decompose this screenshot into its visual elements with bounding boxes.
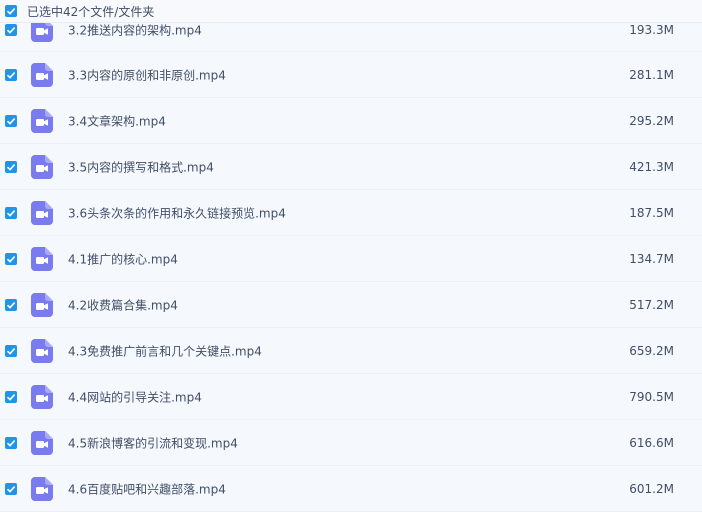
file-size: 601.2M xyxy=(629,481,674,496)
file-size: 517.2M xyxy=(629,297,674,312)
file-list: 3.2推送内容的架构.mp4 193.3M 3.3内容的原创和非原创.mp4 281.… xyxy=(0,8,702,512)
file-size: 134.7M xyxy=(629,251,674,266)
file-row[interactable]: 3.4文章架构.mp4 295.2M xyxy=(0,98,702,144)
file-row[interactable]: 4.2收费篇合集.mp4 517.2M xyxy=(0,282,702,328)
video-file-icon xyxy=(31,476,53,501)
file-row[interactable]: 3.6头条次条的作用和永久链接预览.mp4 187.5M xyxy=(0,190,702,236)
file-size: 790.5M xyxy=(629,389,674,404)
file-row[interactable]: 4.3免费推广前言和几个关键点.mp4 659.2M xyxy=(0,328,702,374)
select-all-checkbox[interactable] xyxy=(5,5,17,17)
file-name[interactable]: 3.6头条次条的作用和永久链接预览.mp4 xyxy=(68,204,286,221)
selection-count-text: 已选中42个文件/文件夹 xyxy=(27,4,155,19)
file-size: 421.3M xyxy=(629,159,674,174)
file-checkbox[interactable] xyxy=(5,298,17,311)
file-row[interactable]: 4.5新浪博客的引流和变现.mp4 616.6M xyxy=(0,420,702,466)
selection-header: 已选中42个文件/文件夹 xyxy=(0,0,702,23)
file-row[interactable]: 3.3内容的原创和非原创.mp4 281.1M xyxy=(0,52,702,98)
file-checkbox[interactable] xyxy=(5,390,17,403)
file-checkbox[interactable] xyxy=(5,68,17,81)
file-checkbox[interactable] xyxy=(5,344,17,357)
file-name[interactable]: 4.5新浪博客的引流和变现.mp4 xyxy=(68,434,238,451)
file-row[interactable]: 4.1推广的核心.mp4 134.7M xyxy=(0,236,702,282)
video-file-icon xyxy=(31,292,53,317)
file-checkbox[interactable] xyxy=(5,23,17,36)
file-row[interactable]: 4.6百度贴吧和兴趣部落.mp4 601.2M xyxy=(0,466,702,512)
file-name[interactable]: 4.3免费推广前言和几个关键点.mp4 xyxy=(68,342,262,359)
file-size: 616.6M xyxy=(629,435,674,450)
file-size: 187.5M xyxy=(629,205,674,220)
video-file-icon xyxy=(31,200,53,225)
checkmark-icon xyxy=(6,8,16,15)
file-name[interactable]: 3.5内容的撰写和格式.mp4 xyxy=(68,158,214,175)
file-size: 295.2M xyxy=(629,113,674,128)
video-file-icon xyxy=(31,430,53,455)
video-file-icon xyxy=(31,246,53,271)
file-size: 193.3M xyxy=(629,22,674,37)
file-name[interactable]: 4.4网站的引导关注.mp4 xyxy=(68,388,202,405)
file-checkbox[interactable] xyxy=(5,206,17,219)
file-name[interactable]: 4.6百度贴吧和兴趣部落.mp4 xyxy=(68,480,226,497)
file-size: 281.1M xyxy=(629,67,674,82)
file-name[interactable]: 3.2推送内容的架构.mp4 xyxy=(68,21,202,38)
file-checkbox[interactable] xyxy=(5,252,17,265)
file-name[interactable]: 3.3内容的原创和非原创.mp4 xyxy=(68,66,226,83)
file-name[interactable]: 4.1推广的核心.mp4 xyxy=(68,250,178,267)
file-checkbox[interactable] xyxy=(5,114,17,127)
video-file-icon xyxy=(31,62,53,87)
video-file-icon xyxy=(31,384,53,409)
file-row[interactable]: 3.5内容的撰写和格式.mp4 421.3M xyxy=(0,144,702,190)
file-size: 659.2M xyxy=(629,343,674,358)
file-checkbox[interactable] xyxy=(5,436,17,449)
file-checkbox[interactable] xyxy=(5,160,17,173)
file-name[interactable]: 4.2收费篇合集.mp4 xyxy=(68,296,178,313)
video-file-icon xyxy=(31,338,53,363)
file-checkbox[interactable] xyxy=(5,482,17,495)
video-file-icon xyxy=(31,154,53,179)
video-file-icon xyxy=(31,108,53,133)
file-row[interactable]: 4.4网站的引导关注.mp4 790.5M xyxy=(0,374,702,420)
file-name[interactable]: 3.4文章架构.mp4 xyxy=(68,112,166,129)
